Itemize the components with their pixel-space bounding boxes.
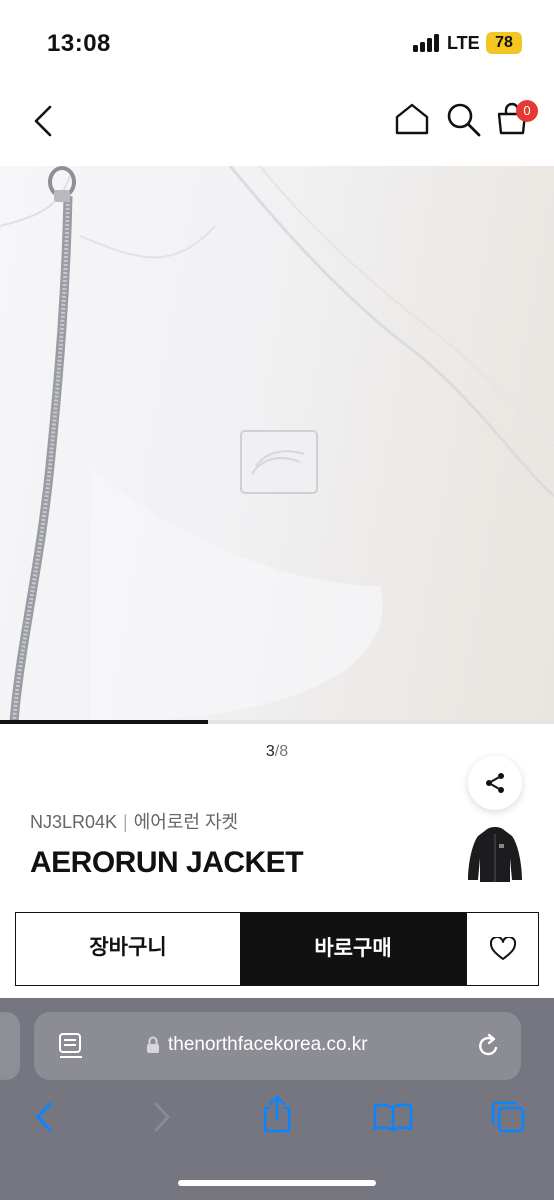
pager-total: 8: [279, 743, 289, 760]
product-title: AERORUN JACKET: [30, 846, 304, 879]
battery-icon: 78: [486, 32, 522, 54]
share-icon: [486, 773, 504, 793]
status-time: 13:08: [47, 30, 111, 57]
browser-back-icon[interactable]: [32, 1100, 56, 1134]
reader-icon[interactable]: [58, 1032, 84, 1060]
url-text: thenorthfacekorea.co.kr: [168, 1034, 368, 1055]
color-thumbnail-black[interactable]: [464, 824, 526, 886]
home-indicator: [178, 1180, 376, 1186]
jacket-photo: [0, 166, 554, 722]
purchase-actions: 장바구니 바로구매: [15, 912, 539, 986]
heart-icon: [490, 937, 516, 960]
browser-toolbar: thenorthfacekorea.co.kr: [0, 998, 554, 1200]
pager-current: 3: [265, 743, 275, 760]
wishlist-button[interactable]: [466, 912, 539, 986]
product-code-line: NJ3LR04K | 에어로런 자켓: [30, 808, 238, 834]
bookmarks-icon[interactable]: [373, 1102, 413, 1132]
top-nav: [0, 84, 554, 166]
search-icon[interactable]: [446, 102, 482, 138]
browser-forward-icon[interactable]: [150, 1100, 174, 1134]
cart-count-badge: 0: [516, 100, 538, 122]
status-bar: 13:08 LTE 78: [0, 0, 554, 84]
address-bar[interactable]: thenorthfacekorea.co.kr: [34, 1012, 521, 1080]
network-type: LTE: [447, 33, 480, 53]
product-code: NJ3LR04K: [30, 812, 118, 832]
buy-now-button[interactable]: 바로구매: [240, 912, 466, 986]
share-button[interactable]: [468, 756, 522, 810]
product-image[interactable]: [0, 166, 554, 722]
previous-tab-edge[interactable]: [0, 1012, 20, 1080]
home-icon[interactable]: [394, 102, 430, 136]
gallery-progress: [0, 720, 554, 724]
lock-icon: [147, 1036, 159, 1053]
add-to-cart-button[interactable]: 장바구니: [15, 912, 241, 986]
signal-icon: [413, 34, 443, 52]
back-arrow-icon[interactable]: [30, 104, 58, 138]
reload-icon[interactable]: [476, 1032, 502, 1060]
share-sheet-icon[interactable]: [260, 1094, 294, 1134]
tabs-icon[interactable]: [490, 1100, 526, 1134]
gallery-pager: 3/8: [0, 743, 554, 761]
product-name-ko: 에어로런 자켓: [133, 812, 239, 832]
code-separator: |: [123, 812, 128, 832]
gallery-progress-fill: [0, 720, 208, 724]
